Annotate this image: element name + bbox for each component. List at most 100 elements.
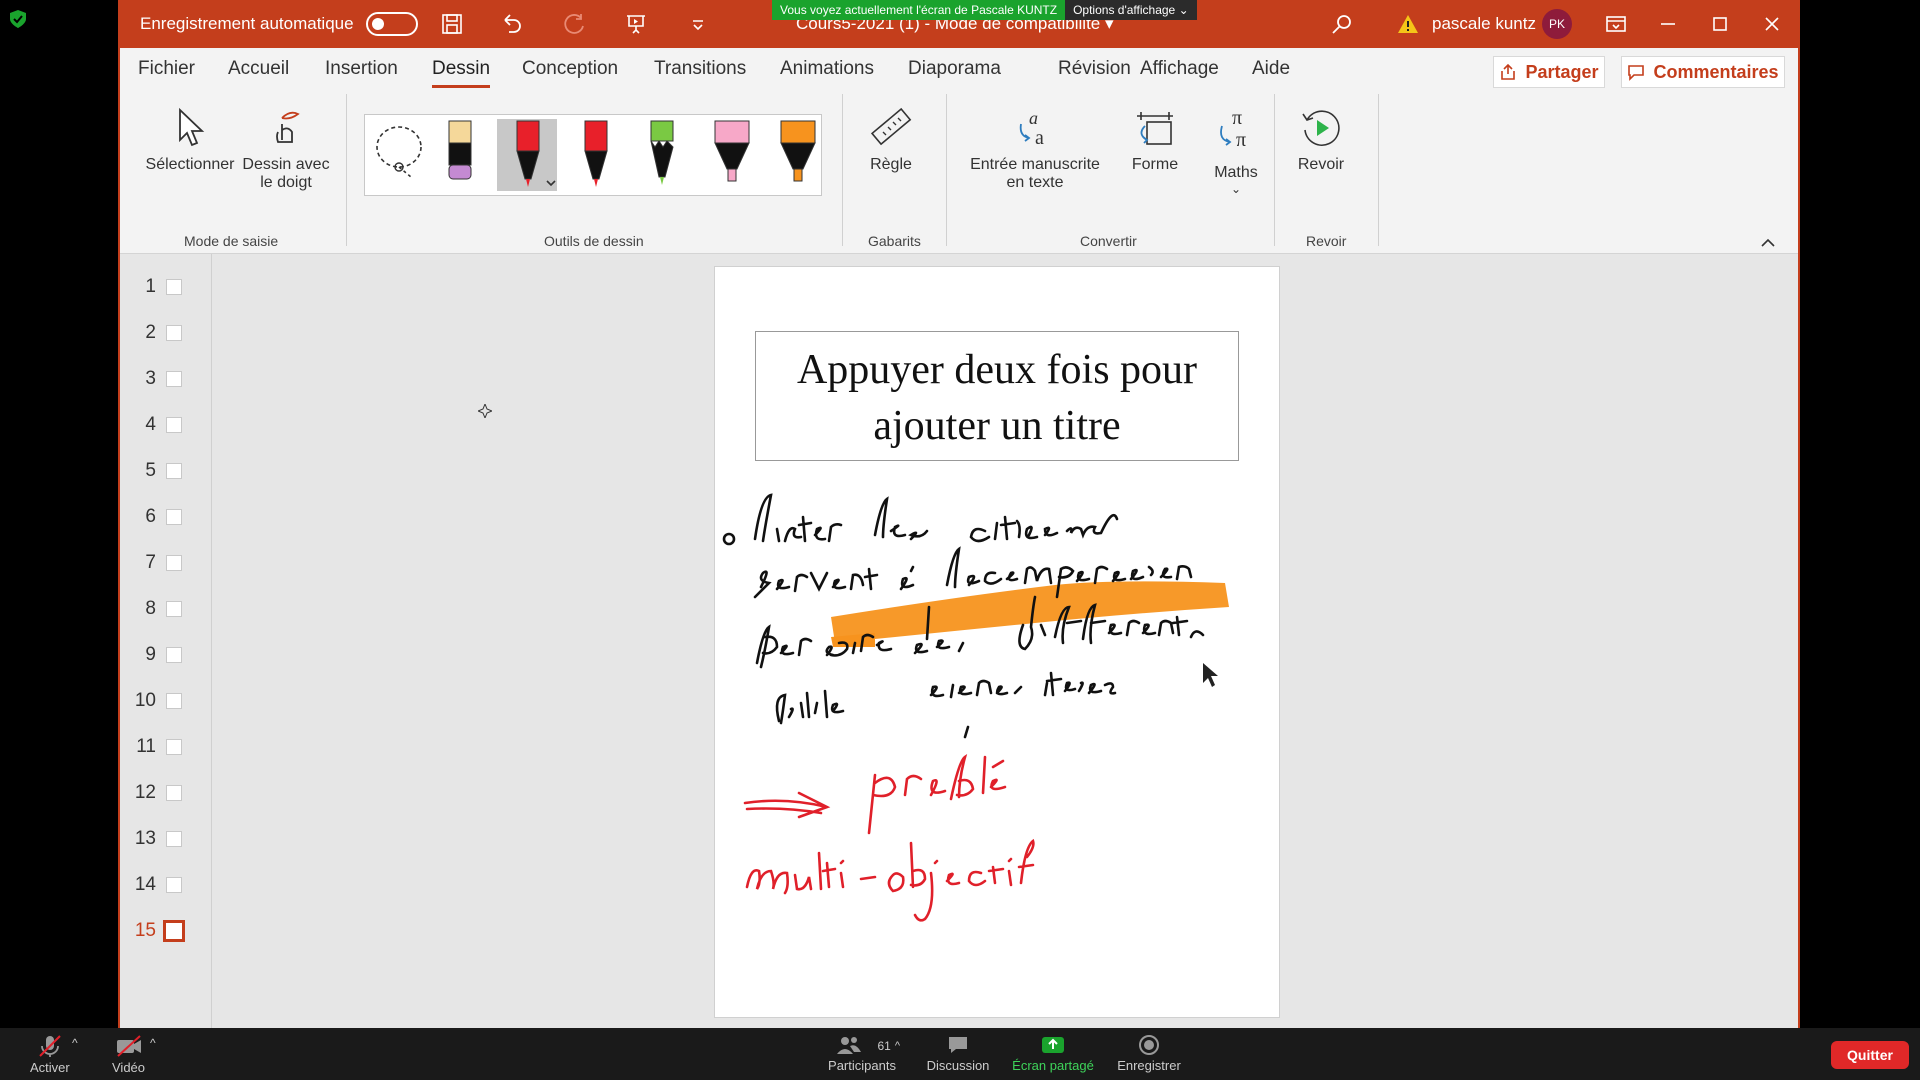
math-label: Maths	[1214, 164, 1258, 181]
comment-icon	[1628, 65, 1645, 81]
user-name[interactable]: pascale kuntz	[1432, 14, 1536, 34]
group-label-input: Mode de saisie	[184, 233, 279, 249]
redo-icon[interactable]	[562, 12, 586, 36]
close-icon[interactable]	[1760, 12, 1784, 36]
shape-label: Forme	[1131, 156, 1179, 173]
chat-button[interactable]: Discussion	[924, 1034, 992, 1073]
ink-to-text-icon: aa	[1019, 108, 1044, 149]
ruler-icon	[870, 107, 912, 146]
share-button[interactable]: Partager	[1493, 56, 1605, 88]
slide-thumb[interactable]: 3	[120, 364, 212, 394]
lasso-icon[interactable]	[369, 119, 429, 191]
slide-thumb[interactable]: 7	[120, 548, 212, 578]
slide-number: 11	[136, 736, 156, 757]
slide-thumb[interactable]: 14	[120, 870, 212, 900]
collapse-ribbon-icon[interactable]	[1760, 236, 1776, 248]
svg-text:a: a	[1035, 127, 1044, 149]
tab-fichier[interactable]: Fichier	[138, 58, 195, 80]
slide-number: 15	[134, 920, 156, 941]
slide-preview	[166, 509, 182, 525]
participants-count: 61	[877, 1039, 891, 1053]
avatar[interactable]: PK	[1542, 9, 1572, 39]
slide-thumb[interactable]: 9	[120, 640, 212, 670]
autosave-toggle[interactable]	[365, 12, 418, 36]
slide-preview	[166, 739, 182, 755]
eraser-icon[interactable]	[429, 119, 489, 191]
ink-drawing[interactable]	[715, 267, 1281, 1019]
slide-preview	[166, 325, 182, 341]
finger-draw-button[interactable]: Dessin avec le doigt	[236, 106, 336, 192]
slide-preview	[166, 647, 182, 663]
slide-preview	[166, 601, 182, 617]
replay-button[interactable]: Revoir	[1286, 106, 1356, 174]
comments-label: Commentaires	[1653, 61, 1779, 82]
pen-red-selected-icon[interactable]	[497, 119, 557, 191]
ruler-button[interactable]: Règle	[854, 106, 928, 174]
slide-thumb[interactable]: 12	[120, 778, 212, 808]
slide-preview	[166, 417, 182, 433]
record-button[interactable]: Enregistrer	[1112, 1034, 1186, 1073]
pen-red-icon[interactable]	[565, 119, 625, 191]
ribbon-display-icon[interactable]	[1604, 12, 1628, 36]
video-button[interactable]: Vidéo	[112, 1034, 145, 1075]
share-label: Partager	[1525, 61, 1599, 82]
tab-affichage[interactable]: Affichage	[1140, 58, 1219, 80]
slide-thumb[interactable]: 5	[120, 456, 212, 486]
search-icon[interactable]	[1330, 12, 1354, 36]
powerpoint-window: Enregistrement automatique Cours5-2021 (…	[118, 0, 1800, 1028]
replay-icon	[1302, 110, 1340, 146]
mute-button[interactable]: Activer	[30, 1034, 70, 1075]
tab-diaporama[interactable]: Diaporama	[908, 58, 1001, 80]
share-screen-button[interactable]: Écran partagé	[1008, 1034, 1098, 1073]
pen-green-icon[interactable]	[631, 119, 691, 191]
slide-thumb[interactable]: 2	[120, 318, 212, 348]
comments-button[interactable]: Commentaires	[1621, 56, 1785, 88]
mic-options-chevron-icon[interactable]: ^	[72, 1036, 78, 1050]
highlighter-orange-icon[interactable]	[767, 119, 827, 191]
slide-thumb-active[interactable]: 15	[120, 916, 212, 946]
slide-thumb[interactable]: 10	[120, 686, 212, 716]
slide-thumb[interactable]: 11	[120, 732, 212, 762]
tab-revision[interactable]: Révision	[1058, 58, 1131, 80]
tab-accueil[interactable]: Accueil	[228, 58, 289, 80]
warning-icon[interactable]	[1396, 12, 1420, 36]
slide-thumb[interactable]: 6	[120, 502, 212, 532]
slide-thumb[interactable]: 1	[120, 272, 212, 302]
maximize-icon[interactable]	[1708, 12, 1732, 36]
tab-animations[interactable]: Animations	[780, 58, 874, 80]
slide-canvas[interactable]: Appuyer deux fois pour ajouter un titre	[714, 266, 1280, 1018]
tab-aide[interactable]: Aide	[1252, 58, 1290, 80]
share-banner: Vous voyez actuellement l'écran de Pasca…	[772, 0, 1197, 20]
slide-number: 12	[134, 782, 156, 803]
participants-label: Participants	[828, 1058, 896, 1073]
tab-transitions[interactable]: Transitions	[654, 58, 746, 80]
ink-to-math-button[interactable]: ππ Maths ⌄	[1196, 106, 1276, 196]
slide-thumb[interactable]: 8	[120, 594, 212, 624]
ink-to-shape-button[interactable]: Forme	[1120, 106, 1190, 174]
slide-thumb[interactable]: 13	[120, 824, 212, 854]
save-icon[interactable]	[440, 12, 464, 36]
undo-icon[interactable]	[500, 12, 524, 36]
participants-button[interactable]: 61 ^ Participants	[824, 1034, 900, 1073]
participants-chevron-icon[interactable]: ^	[895, 1040, 900, 1052]
tab-insertion[interactable]: Insertion	[325, 58, 398, 80]
slide-number: 1	[145, 276, 156, 297]
quit-meeting-button[interactable]: Quitter	[1831, 1041, 1909, 1069]
select-button[interactable]: Sélectionner	[138, 106, 242, 174]
presentation-icon[interactable]	[624, 12, 648, 36]
slide-preview	[166, 555, 182, 571]
ink-to-text-button[interactable]: aa Entrée manuscrite en texte	[960, 106, 1110, 192]
ribbon-separator	[842, 94, 843, 246]
customize-toolbar-icon[interactable]	[686, 12, 710, 36]
svg-text:a: a	[1029, 108, 1038, 128]
minimize-icon[interactable]	[1656, 12, 1680, 36]
tab-dessin[interactable]: Dessin	[432, 58, 491, 88]
video-options-chevron-icon[interactable]: ^	[150, 1036, 156, 1050]
slide-thumb[interactable]: 4	[120, 410, 212, 440]
group-label-tools: Outils de dessin	[544, 233, 644, 249]
slide-number: 10	[134, 690, 156, 711]
highlighter-pink-icon[interactable]	[701, 119, 761, 191]
view-options-button[interactable]: Options d'affichage ⌄	[1065, 0, 1197, 20]
tab-conception[interactable]: Conception	[522, 58, 618, 80]
shield-icon	[10, 10, 26, 28]
